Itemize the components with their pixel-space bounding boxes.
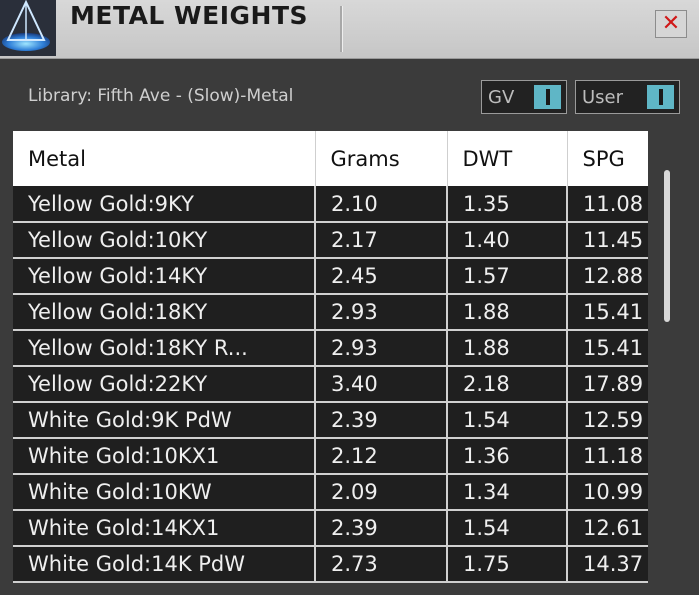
table-header-row: Metal Grams DWT SPG — [13, 131, 684, 186]
cell-grams: 2.39 — [315, 510, 448, 547]
cell-grams: 2.93 — [315, 294, 448, 331]
cell-metal: Yellow Gold:9KY — [13, 186, 316, 223]
cell-dwt: 1.88 — [447, 330, 568, 367]
table-row[interactable]: Yellow Gold:9KY 2.10 1.35 11.08 — [13, 186, 684, 223]
cell-grams: 2.09 — [315, 474, 448, 511]
cell-metal: Yellow Gold:10KY — [13, 222, 316, 259]
cell-grams: 2.12 — [315, 438, 448, 475]
cell-dwt: 1.88 — [447, 294, 568, 331]
table-row[interactable]: Yellow Gold:22KY 3.40 2.18 17.89 — [13, 366, 684, 403]
title-bar: METAL WEIGHTS ✕ — [0, 0, 699, 59]
cell-metal: White Gold:14KX1 — [13, 510, 316, 547]
gv-toggle-label: GV — [488, 87, 515, 108]
cell-dwt: 1.35 — [447, 186, 568, 223]
cell-grams: 2.93 — [315, 330, 448, 367]
cell-grams: 3.40 — [315, 366, 448, 403]
cell-grams: 2.10 — [315, 186, 448, 223]
cell-metal: White Gold:14K PdW — [13, 546, 316, 583]
table-row[interactable]: White Gold:14K PdW 2.73 1.75 14.37 — [13, 546, 684, 583]
table-row[interactable]: White Gold:14KX1 2.39 1.54 12.61 — [13, 510, 684, 547]
metal-weights-table-container: Metal Grams DWT SPG Yellow Gold:9KY 2.10 1… — [13, 131, 699, 595]
column-header-dwt[interactable]: DWT — [447, 131, 568, 186]
library-label: Library: Fifth Ave - (Slow)-Metal — [28, 86, 294, 106]
user-toggle-knob — [647, 85, 674, 109]
cell-grams: 2.17 — [315, 222, 448, 259]
gv-toggle[interactable]: GV — [481, 80, 567, 114]
metal-weights-table: Metal Grams DWT SPG Yellow Gold:9KY 2.10 1… — [13, 131, 684, 583]
user-toggle[interactable]: User — [575, 80, 680, 114]
cell-dwt: 1.54 — [447, 402, 568, 439]
cell-grams: 2.45 — [315, 258, 448, 295]
cell-metal: White Gold:10KW — [13, 474, 316, 511]
close-icon: ✕ — [661, 11, 681, 36]
cell-metal: Yellow Gold:22KY — [13, 366, 316, 403]
cell-dwt: 1.34 — [447, 474, 568, 511]
cell-metal: White Gold:10KX1 — [13, 438, 316, 475]
cell-dwt: 1.54 — [447, 510, 568, 547]
app-logo-icon — [0, 0, 56, 56]
table-row[interactable]: White Gold:10KW 2.09 1.34 10.99 — [13, 474, 684, 511]
metal-weights-window: METAL WEIGHTS ✕ Library: Fifth Ave - (Sl… — [0, 0, 699, 595]
table-row[interactable]: White Gold:10KX1 2.12 1.36 11.18 — [13, 438, 684, 475]
window-title: METAL WEIGHTS — [70, 1, 309, 30]
cell-metal: Yellow Gold:18KY — [13, 294, 316, 331]
close-button[interactable]: ✕ — [655, 10, 687, 38]
vertical-scrollbar-thumb[interactable] — [664, 170, 670, 322]
table-row[interactable]: Yellow Gold:18KY 2.93 1.88 15.41 — [13, 294, 684, 331]
cell-dwt: 1.57 — [447, 258, 568, 295]
title-divider — [340, 6, 342, 52]
cell-dwt: 1.40 — [447, 222, 568, 259]
cell-dwt: 1.36 — [447, 438, 568, 475]
cell-dwt: 1.75 — [447, 546, 568, 583]
table-row[interactable]: Yellow Gold:18KY R... 2.93 1.88 15.41 — [13, 330, 684, 367]
column-header-grams[interactable]: Grams — [315, 131, 448, 186]
user-toggle-label: User — [582, 87, 624, 108]
cell-metal: White Gold:9K PdW — [13, 402, 316, 439]
column-header-metal[interactable]: Metal — [13, 131, 316, 186]
cell-metal: Yellow Gold:18KY R... — [13, 330, 316, 367]
table-row[interactable]: Yellow Gold:10KY 2.17 1.40 11.45 — [13, 222, 684, 259]
cell-metal: Yellow Gold:14KY — [13, 258, 316, 295]
cell-grams: 2.39 — [315, 402, 448, 439]
table-row[interactable]: Yellow Gold:14KY 2.45 1.57 12.88 — [13, 258, 684, 295]
gv-toggle-knob — [534, 85, 561, 109]
table-row[interactable]: White Gold:9K PdW 2.39 1.54 12.59 — [13, 402, 684, 439]
cell-grams: 2.73 — [315, 546, 448, 583]
cell-dwt: 2.18 — [447, 366, 568, 403]
